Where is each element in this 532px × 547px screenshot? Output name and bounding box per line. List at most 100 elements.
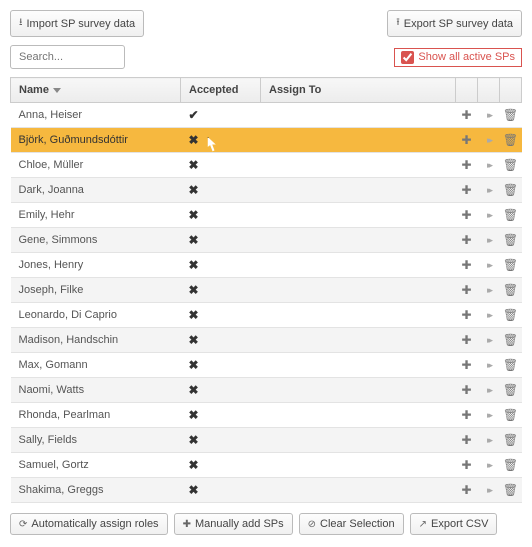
table-row[interactable]: Dark, Joanna✖✚▸▸🗑 xyxy=(11,178,522,203)
table-row[interactable]: Joseph, Filke✖✚▸▸🗑 xyxy=(11,278,522,303)
table-row[interactable]: Leonardo, Di Caprio✖✚▸▸🗑 xyxy=(11,303,522,328)
table-row[interactable]: Samuel, Gortz✖✚▸▸🗑 xyxy=(11,453,522,478)
table-row[interactable]: Shakima, Greggs✖✚▸▸🗑 xyxy=(11,478,522,503)
cell-accepted[interactable]: ✖ xyxy=(181,303,261,328)
export-csv-button[interactable]: ↗ Export CSV xyxy=(410,513,498,535)
add-action[interactable]: ✚ xyxy=(456,378,478,403)
add-action[interactable]: ✚ xyxy=(456,303,478,328)
move-action[interactable]: ▸▸ xyxy=(478,478,500,503)
export-label: Export SP survey data xyxy=(404,18,513,30)
show-active-checkbox[interactable] xyxy=(401,51,414,64)
add-action[interactable]: ✚ xyxy=(456,453,478,478)
delete-action[interactable]: 🗑 xyxy=(500,128,522,153)
move-action[interactable]: ▸▸ xyxy=(478,128,500,153)
move-action[interactable]: ▸▸ xyxy=(478,253,500,278)
add-action[interactable]: ✚ xyxy=(456,153,478,178)
cell-accepted[interactable]: ✖ xyxy=(181,153,261,178)
move-action[interactable]: ▸▸ xyxy=(478,453,500,478)
add-action[interactable]: ✚ xyxy=(456,328,478,353)
search-input[interactable] xyxy=(10,45,125,69)
cell-assign xyxy=(261,253,456,278)
auto-assign-button[interactable]: ⟳ Automatically assign roles xyxy=(10,513,168,535)
table-row[interactable]: Gene, Simmons✖✚▸▸🗑 xyxy=(11,228,522,253)
show-active-toggle[interactable]: Show all active SPs xyxy=(394,48,522,67)
cross-icon: ✖ xyxy=(189,358,199,372)
cell-accepted[interactable]: ✖ xyxy=(181,128,261,153)
cell-accepted[interactable]: ✖ xyxy=(181,378,261,403)
add-action[interactable]: ✚ xyxy=(456,178,478,203)
delete-action[interactable]: 🗑 xyxy=(500,278,522,303)
add-action[interactable]: ✚ xyxy=(456,203,478,228)
move-action[interactable]: ▸▸ xyxy=(478,403,500,428)
col-header-name[interactable]: Name xyxy=(11,78,181,103)
add-action[interactable]: ✚ xyxy=(456,478,478,503)
delete-action[interactable]: 🗑 xyxy=(500,403,522,428)
cell-accepted[interactable]: ✖ xyxy=(181,253,261,278)
move-action[interactable]: ▸▸ xyxy=(478,203,500,228)
table-row[interactable]: Rhonda, Pearlman✖✚▸▸🗑 xyxy=(11,403,522,428)
add-action[interactable]: ✚ xyxy=(456,403,478,428)
cell-accepted[interactable]: ✖ xyxy=(181,328,261,353)
move-action[interactable]: ▸▸ xyxy=(478,353,500,378)
move-action[interactable]: ▸▸ xyxy=(478,428,500,453)
table-row[interactable]: Chloe, Müller✖✚▸▸🗑 xyxy=(11,153,522,178)
table-row[interactable]: Jones, Henry✖✚▸▸🗑 xyxy=(11,253,522,278)
table-row[interactable]: Sally, Fields✖✚▸▸🗑 xyxy=(11,428,522,453)
table-row[interactable]: Naomi, Watts✖✚▸▸🗑 xyxy=(11,378,522,403)
add-action[interactable]: ✚ xyxy=(456,353,478,378)
col-header-accepted[interactable]: Accepted xyxy=(181,78,261,103)
cell-assign xyxy=(261,128,456,153)
manual-add-button[interactable]: ✚ Manually add SPs xyxy=(174,513,293,535)
delete-action[interactable]: 🗑 xyxy=(500,378,522,403)
move-action[interactable]: ▸▸ xyxy=(478,278,500,303)
cell-accepted[interactable]: ✖ xyxy=(181,178,261,203)
cell-accepted[interactable]: ✖ xyxy=(181,353,261,378)
chevrons-right-icon: ▸▸ xyxy=(480,335,498,346)
import-button[interactable]: ⭳ Import SP survey data xyxy=(10,10,144,37)
cell-accepted[interactable]: ✖ xyxy=(181,228,261,253)
delete-action[interactable]: 🗑 xyxy=(500,453,522,478)
move-action[interactable]: ▸▸ xyxy=(478,378,500,403)
delete-action[interactable]: 🗑 xyxy=(500,253,522,278)
table-row[interactable]: Emily, Hehr✖✚▸▸🗑 xyxy=(11,203,522,228)
add-action[interactable]: ✚ xyxy=(456,428,478,453)
cell-accepted[interactable]: ✖ xyxy=(181,403,261,428)
table-row[interactable]: Madison, Handschin✖✚▸▸🗑 xyxy=(11,328,522,353)
add-action[interactable]: ✚ xyxy=(456,103,478,128)
move-action[interactable]: ▸▸ xyxy=(478,178,500,203)
col-header-assign[interactable]: Assign To xyxy=(261,78,456,103)
cell-accepted[interactable]: ✖ xyxy=(181,428,261,453)
add-action[interactable]: ✚ xyxy=(456,253,478,278)
move-action[interactable]: ▸▸ xyxy=(478,303,500,328)
delete-action[interactable]: 🗑 xyxy=(500,228,522,253)
move-action[interactable]: ▸▸ xyxy=(478,228,500,253)
add-action[interactable]: ✚ xyxy=(456,128,478,153)
cell-accepted[interactable]: ✔ xyxy=(181,103,261,128)
move-action[interactable]: ▸▸ xyxy=(478,328,500,353)
delete-action[interactable]: 🗑 xyxy=(500,328,522,353)
move-action[interactable]: ▸▸ xyxy=(478,153,500,178)
delete-action[interactable]: 🗑 xyxy=(500,428,522,453)
delete-action[interactable]: 🗑 xyxy=(500,153,522,178)
table-row[interactable]: Anna, Heiser✔✚▸▸🗑 xyxy=(11,103,522,128)
upload-icon: ⭱ xyxy=(396,15,400,32)
table-row[interactable]: Max, Gomann ✖ ✚▸▸🗑 xyxy=(11,353,522,378)
delete-action[interactable]: 🗑 xyxy=(500,303,522,328)
delete-action[interactable]: 🗑 xyxy=(500,178,522,203)
delete-action[interactable]: 🗑 xyxy=(500,103,522,128)
cell-accepted[interactable]: ✖ xyxy=(181,203,261,228)
add-action[interactable]: ✚ xyxy=(456,228,478,253)
clear-selection-button[interactable]: ⊘ Clear Selection xyxy=(299,513,404,535)
cell-accepted[interactable]: ✖ xyxy=(181,278,261,303)
cell-name: Max, Gomann xyxy=(11,353,181,378)
cell-accepted[interactable]: ✖ xyxy=(181,478,261,503)
cell-accepted[interactable]: ✖ xyxy=(181,453,261,478)
delete-action[interactable]: 🗑 xyxy=(500,478,522,503)
table-row[interactable]: Björk, Guðmundsdóttir✖✚▸▸🗑 xyxy=(11,128,522,153)
delete-action[interactable]: 🗑 xyxy=(500,203,522,228)
add-action[interactable]: ✚ xyxy=(456,278,478,303)
export-button[interactable]: ⭱ Export SP survey data xyxy=(387,10,522,37)
delete-action[interactable]: 🗑 xyxy=(500,353,522,378)
sort-caret-icon xyxy=(53,88,61,93)
move-action[interactable]: ▸▸ xyxy=(478,103,500,128)
